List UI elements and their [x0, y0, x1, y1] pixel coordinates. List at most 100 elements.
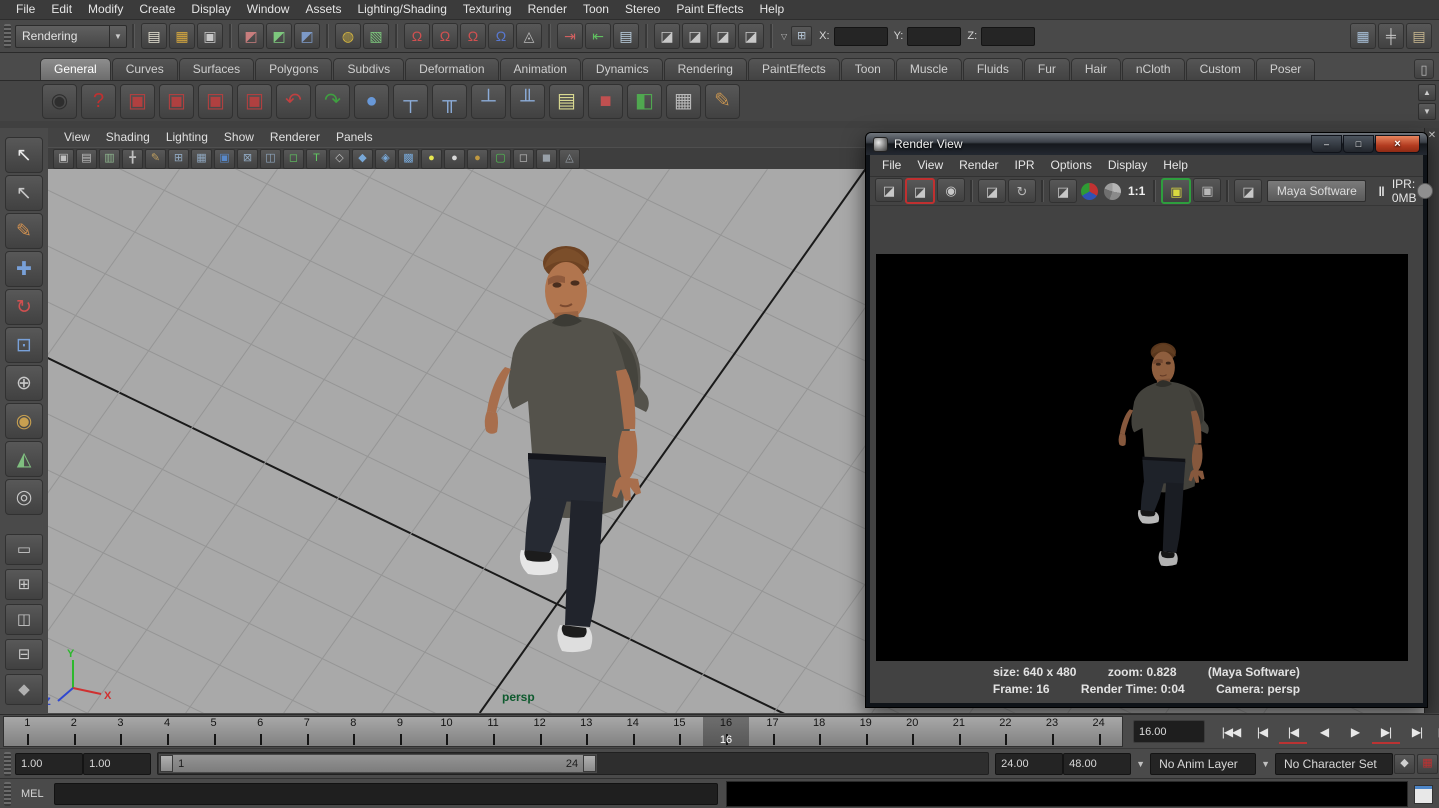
- viewport-menu-panels[interactable]: Panels: [328, 128, 381, 147]
- timeline-frame-9[interactable]: 9: [377, 717, 424, 746]
- shelf-trash-icon[interactable]: ▯: [1414, 59, 1434, 79]
- all-lights-icon[interactable]: ●: [444, 149, 465, 169]
- safe-title-icon[interactable]: T: [306, 149, 327, 169]
- highlight-selection-icon[interactable]: ▧: [363, 23, 389, 49]
- separator[interactable]: [395, 24, 398, 48]
- ungroup-hierarchy-shelf-icon[interactable]: ┴: [471, 84, 506, 119]
- display-rgb-channels-button[interactable]: [1081, 183, 1098, 200]
- resolution-gate-icon[interactable]: ▣: [214, 149, 235, 169]
- renderer-selector[interactable]: Maya Software: [1267, 180, 1366, 202]
- safe-action-icon[interactable]: ◻: [283, 149, 304, 169]
- set-key-icon[interactable]: ◆: [1394, 754, 1415, 774]
- real-size-button[interactable]: 1:1: [1128, 184, 1145, 198]
- menu-toon[interactable]: Toon: [575, 0, 617, 19]
- delete-unused-shelf-icon[interactable]: ●: [354, 84, 389, 119]
- paint-brush-shelf-icon[interactable]: ✎: [705, 84, 740, 119]
- range-slider-grip[interactable]: [4, 752, 11, 776]
- animation-end-field[interactable]: [1063, 753, 1131, 775]
- timeline-frame-23[interactable]: 23: [1029, 717, 1076, 746]
- open-render-settings-button[interactable]: ◪: [1234, 179, 1262, 203]
- menu-create[interactable]: Create: [131, 0, 183, 19]
- timeline-frame-17[interactable]: 17: [749, 717, 796, 746]
- separator[interactable]: [548, 24, 551, 48]
- redo-previous-render-button[interactable]: ◪: [875, 178, 903, 202]
- shelf-scroll-up-button[interactable]: ▲: [1418, 84, 1436, 101]
- duplicate-special-shelf-icon[interactable]: ◧: [627, 84, 662, 119]
- redo-shelf-icon[interactable]: ↷: [315, 84, 350, 119]
- xray-joints-icon[interactable]: ◬: [559, 149, 580, 169]
- viewport-menu-lighting[interactable]: Lighting: [158, 128, 216, 147]
- timeline-frame-12[interactable]: 12: [516, 717, 563, 746]
- timeline-frame-19[interactable]: 19: [842, 717, 889, 746]
- render-sequence-icon[interactable]: ◪: [738, 23, 764, 49]
- step-back-frame-button[interactable]: |◀: [1248, 720, 1276, 744]
- timeline-frame-6[interactable]: 6: [237, 717, 284, 746]
- shelf-scroll-down-button[interactable]: ▼: [1418, 103, 1436, 120]
- timeline-frame-18[interactable]: 18: [796, 717, 843, 746]
- render-settings-icon[interactable]: ◪: [710, 23, 736, 49]
- shelf-tab-rendering[interactable]: Rendering: [664, 58, 747, 80]
- playback-end-field[interactable]: [995, 753, 1063, 775]
- menu-edit[interactable]: Edit: [43, 0, 80, 19]
- node-editor-shelf-icon[interactable]: ▤: [549, 84, 584, 119]
- snap-to-grid-icon[interactable]: Ω: [404, 23, 430, 49]
- pan-zoom-icon[interactable]: ╋: [122, 149, 143, 169]
- snapshot-button[interactable]: ◉: [937, 178, 965, 202]
- select-tool[interactable]: ↖: [5, 137, 43, 173]
- timeline-frame-16[interactable]: 1616: [703, 717, 750, 746]
- character-set-selector[interactable]: No Character Set: [1275, 753, 1393, 775]
- save-scene-icon[interactable]: ▣: [197, 23, 223, 49]
- group-hierarchy-shelf-icon[interactable]: ╥: [432, 84, 467, 119]
- select-by-component-icon[interactable]: ◩: [294, 23, 320, 49]
- play-backwards-button[interactable]: ◀: [1310, 720, 1338, 744]
- render-view-menu-render[interactable]: Render: [951, 156, 1006, 175]
- ipr-update-region-button[interactable]: ◪: [1049, 179, 1077, 203]
- smooth-shade-icon[interactable]: ◆: [352, 149, 373, 169]
- image-plane-icon[interactable]: ▥: [99, 149, 120, 169]
- default-light-icon[interactable]: ●: [421, 149, 442, 169]
- separator[interactable]: [326, 24, 329, 48]
- shelf-tab-curves[interactable]: Curves: [112, 58, 178, 80]
- menu-modify[interactable]: Modify: [80, 0, 131, 19]
- range-end-handle[interactable]: [583, 755, 596, 772]
- separator[interactable]: [645, 24, 648, 48]
- go-to-start-button[interactable]: |◀◀: [1217, 720, 1245, 744]
- shelf-tab-animation[interactable]: Animation: [500, 58, 581, 80]
- render-view-titlebar[interactable]: Render View – □ ×: [866, 133, 1427, 155]
- render-current-frame-icon[interactable]: ◪: [654, 23, 680, 49]
- command-line-grip[interactable]: [4, 782, 11, 806]
- script-editor-icon[interactable]: [1414, 785, 1433, 804]
- selected-light-icon[interactable]: ●: [467, 149, 488, 169]
- viewport-menu-show[interactable]: Show: [216, 128, 262, 147]
- timeline-frame-7[interactable]: 7: [283, 717, 330, 746]
- camera-bookmarks-icon[interactable]: ▤: [76, 149, 97, 169]
- shelf-tab-fluids[interactable]: Fluids: [963, 58, 1023, 80]
- persp-graph-layout[interactable]: ⊟: [5, 639, 43, 670]
- range-slider-bar[interactable]: 1 24: [159, 754, 597, 773]
- scale-tool[interactable]: ⊡: [5, 327, 43, 363]
- ipr-render-button[interactable]: ◪: [978, 179, 1006, 203]
- command-input[interactable]: [54, 783, 718, 805]
- use-all-lights-icon[interactable]: ▩: [398, 149, 419, 169]
- shelf-tab-painteffects[interactable]: PaintEffects: [748, 58, 840, 80]
- last-tool-used[interactable]: ◎: [5, 479, 43, 515]
- menu-paint-effects[interactable]: Paint Effects: [668, 0, 751, 19]
- menu-window[interactable]: Window: [239, 0, 298, 19]
- render-view-menu-ipr[interactable]: IPR: [1007, 156, 1043, 175]
- lock-selection-icon[interactable]: ◍: [335, 23, 361, 49]
- redo-previous-render-region-button[interactable]: ◪: [905, 178, 935, 204]
- shelf-tab-dynamics[interactable]: Dynamics: [582, 58, 663, 80]
- render-view-menu-file[interactable]: File: [874, 156, 909, 175]
- grease-pencil-icon[interactable]: ✎: [145, 149, 166, 169]
- shelf-tab-muscle[interactable]: Muscle: [896, 58, 962, 80]
- timeline-frame-24[interactable]: 24: [1075, 717, 1122, 746]
- menu-set-selector[interactable]: Rendering ▼: [15, 25, 127, 48]
- current-time-field[interactable]: [1133, 720, 1205, 743]
- channel-box-icon[interactable]: ▤: [1406, 23, 1432, 49]
- timeline-frame-14[interactable]: 14: [610, 717, 657, 746]
- timeline-frame-21[interactable]: 21: [936, 717, 983, 746]
- menu-stereo[interactable]: Stereo: [617, 0, 668, 19]
- lasso-select-tool[interactable]: ↖: [5, 175, 43, 211]
- render-view-menu-options[interactable]: Options: [1043, 156, 1100, 175]
- snap-to-point-icon[interactable]: Ω: [460, 23, 486, 49]
